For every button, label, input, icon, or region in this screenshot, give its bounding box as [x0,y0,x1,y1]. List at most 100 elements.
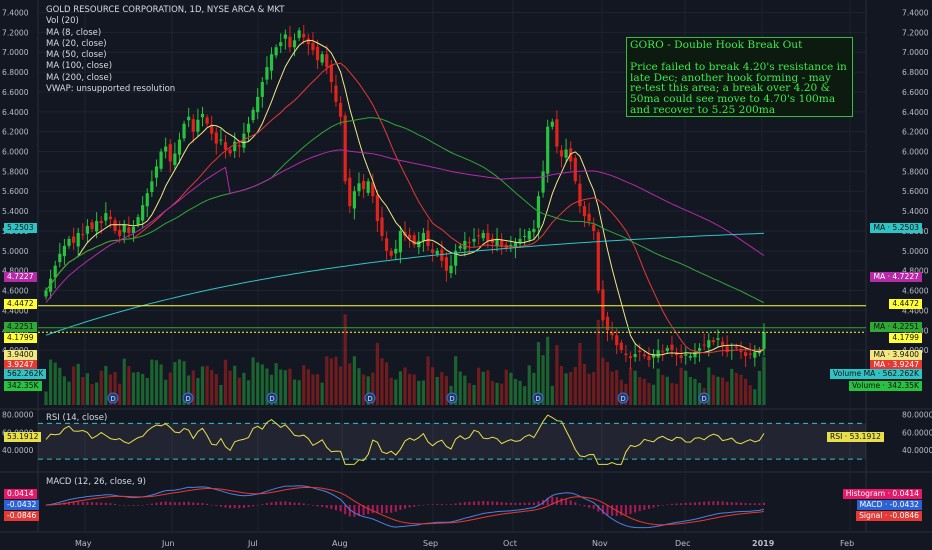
candle-body [256,96,260,113]
rsi-value-right: RSI · 53.1912 [827,432,884,442]
price-tag-left: 5.2503 [4,223,37,233]
candle-body [743,352,748,357]
volume-bar [297,380,301,405]
volume-bar [352,356,356,405]
macd-histogram-bar [353,505,356,517]
macd-histogram-bar [385,505,388,514]
macd-histogram-bar [666,504,669,506]
y-tick-label-right: 5.8000 [902,167,929,176]
macd-histogram-bar [496,501,499,505]
dividend-marker-label: D [449,395,454,403]
volume-bar [348,363,352,405]
y-tick-label-right: 5.4000 [902,207,929,216]
volume-bar [200,366,205,405]
volume-bar [62,376,67,405]
macd-histogram-bar [95,502,98,505]
macd-histogram-bar [670,503,673,505]
volume-bar [569,371,573,405]
volume-bar [136,372,140,405]
volume-bar [670,383,674,405]
macd-histogram-bar [583,505,586,507]
candle-body [734,346,738,349]
volume-bar [85,373,90,405]
volume-bar [495,382,499,405]
volume-bar [601,357,605,405]
macd-histogram-bar [427,504,430,506]
volume-bar [131,372,136,405]
volume-bar [440,372,444,405]
candle-body [131,226,136,233]
macd-histogram-bar [183,501,186,505]
candle-body [99,221,103,224]
macd-histogram-bar [330,505,333,509]
volume-bar [661,374,665,405]
candle-body [748,353,752,355]
volume-bar [757,370,761,405]
price-tag-left: 4.4472 [4,299,37,309]
candle-body [219,139,223,141]
volume-bar [338,366,343,405]
candle-body [440,249,444,261]
price-tag-left: 342.35K [4,381,42,391]
volume-bar [141,373,145,405]
volume-bar [573,366,577,405]
candle-body [343,115,347,182]
macd-histogram-bar [528,502,531,505]
macd-histogram-bar [450,504,453,505]
candle-body [670,344,674,351]
indicator-ma200: MA (200, close) [46,72,113,83]
volume-bar [481,371,485,405]
macd-histogram-bar [164,501,167,505]
y-tick-label-right: 7.2000 [902,28,929,37]
volume-bar [228,370,232,405]
candle-body [716,338,720,340]
macd-histogram-bar [744,503,747,505]
annotation-note[interactable]: GORO - Double Hook Break Out Price faile… [626,37,853,117]
dividend-marker-label: D [185,395,190,403]
macd-histogram-bar [137,505,140,506]
candle-body [375,195,379,222]
price-tag-right: 4.4472 [889,299,922,309]
y-tick-label-right: 6.6000 [902,88,929,97]
y-tick-label-left: 5.8000 [2,167,29,176]
volume-bar [628,367,633,405]
macd-histogram-bar [454,503,457,505]
macd-histogram-bar [242,505,245,508]
candle-body [288,36,292,48]
price-tag-left: 4.7227 [4,272,37,282]
candle-body [633,354,637,357]
volume-bar [325,356,329,405]
macd-histogram-bar [146,504,149,505]
candle-body [329,64,333,83]
macd-histogram-bar [643,505,646,510]
macd-histogram-bar [753,503,756,505]
volume-bar [394,379,398,405]
candle-body [173,153,177,166]
x-tick-label: Oct [503,539,517,548]
candle-body [242,133,246,148]
volume-bar [357,368,361,405]
candle-body [320,54,324,63]
candle-body [592,224,596,231]
macd-histogram-bar [486,501,489,505]
volume-bar [633,370,637,405]
volume-bar [546,336,550,405]
y-tick-label-right: 7.4000 [902,9,929,18]
candle-body [90,222,94,229]
volume-bar [242,372,246,405]
note-body: Price failed to break 4.20's resistance … [630,60,847,116]
macd-histogram-bar [371,505,374,514]
macd-histogram-bar [680,503,683,505]
volume-bar [674,383,679,405]
macd-histogram-bar [86,501,89,505]
y-tick-label-left: 5.4000 [2,207,29,216]
macd-histogram-bar [519,502,522,505]
candle-body [306,38,310,45]
volume-bar [734,372,738,405]
price-tag-right: Volume · 342.35K [848,381,922,391]
macd-histogram-bar [311,505,314,506]
macd-histogram-bar [739,502,742,505]
candle-body [118,229,122,236]
y-tick-label-left: 6.6000 [2,88,29,97]
candle-body [541,171,545,193]
